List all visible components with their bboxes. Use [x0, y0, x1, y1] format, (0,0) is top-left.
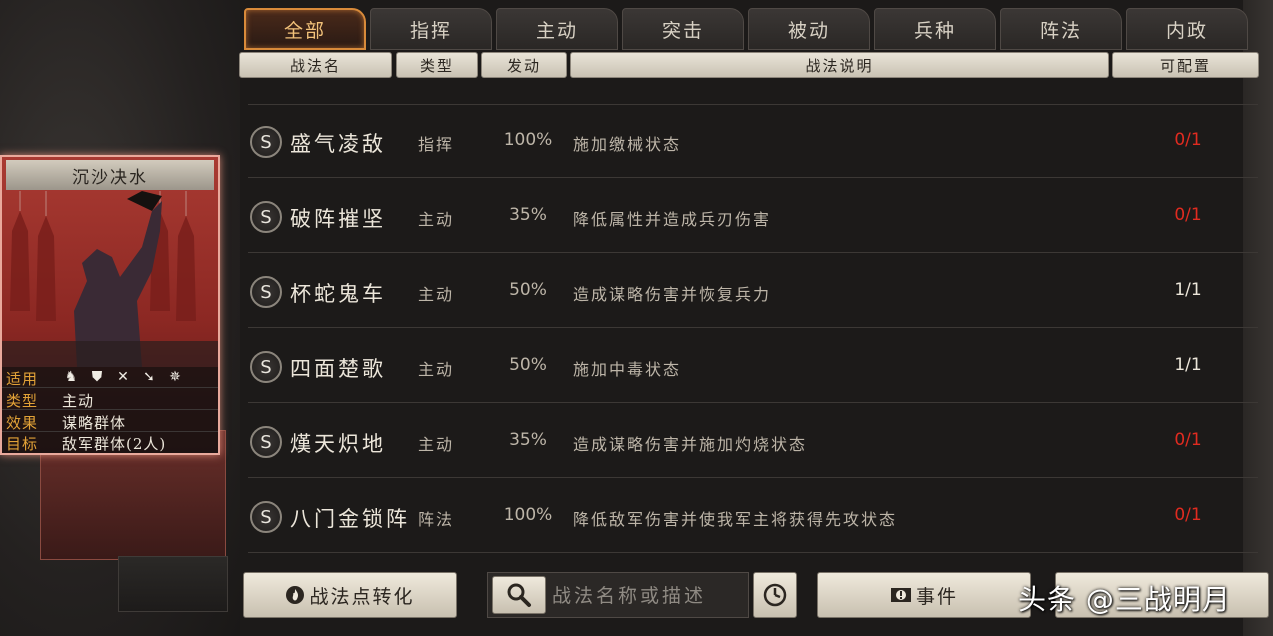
tactic-name: 盛气凌敌: [290, 132, 386, 156]
card-effect-row: 效果 谋略群体: [2, 411, 218, 432]
column-desc-header: 战法说明: [570, 52, 1109, 78]
tab-internal[interactable]: 内政: [1126, 8, 1248, 50]
tactic-row[interactable]: S 盛气凌敌 指挥 100% 施加缴械状态 0/1: [248, 106, 1258, 178]
tactic-type: 主动: [418, 435, 455, 454]
flame-icon: [286, 586, 305, 604]
tactic-name: 四面楚歌: [290, 357, 386, 381]
search-icon: [507, 583, 531, 607]
cavalry-icon: ♞: [64, 369, 78, 385]
tactic-desc: 降低敌军伤害并使我军主将获得先攻状态: [573, 510, 898, 529]
grade-s-icon: S: [250, 351, 282, 383]
tactic-count: 0/1: [1174, 505, 1202, 525]
wheel-icon: ✵: [169, 369, 181, 385]
column-name-header[interactable]: 战法名: [239, 52, 392, 78]
tactic-type: 主动: [418, 285, 455, 304]
card-illustration: [2, 191, 218, 367]
grade-s-icon: S: [250, 501, 282, 533]
type-value: 主动: [62, 392, 95, 410]
convert-label: 战法点转化: [309, 585, 415, 608]
search-input[interactable]: [552, 579, 742, 613]
tactic-rate: 100%: [503, 505, 553, 525]
tactic-list[interactable]: S 盛气凌敌 指挥 100% 施加缴械状态 0/1 S 破阵摧坚 主动 35% …: [248, 80, 1258, 558]
tactic-rate: 35%: [509, 430, 547, 450]
tab-command[interactable]: 指挥: [370, 8, 492, 50]
tactic-type: 主动: [418, 210, 455, 229]
target-label: 目标: [6, 435, 39, 453]
grade-s-icon: S: [250, 276, 282, 308]
tactic-count: 0/1: [1174, 430, 1202, 450]
tactic-desc: 施加缴械状态: [573, 135, 682, 154]
tactic-type: 阵法: [418, 510, 455, 529]
tab-all[interactable]: 全部: [244, 8, 366, 50]
tactic-count: 1/1: [1174, 280, 1202, 300]
tactic-row-partial: [248, 80, 1258, 105]
card-applicable-row: 适用 ♞ ⛊ ✕ ➘ ✵: [2, 367, 218, 388]
tab-active[interactable]: 主动: [496, 8, 618, 50]
tab-troop[interactable]: 兵种: [874, 8, 996, 50]
event-label: 事件: [915, 585, 958, 608]
tactic-row[interactable]: S 四面楚歌 主动 50% 施加中毒状态 1/1: [248, 331, 1258, 403]
tactic-desc: 造成谋略伤害并恢复兵力: [573, 285, 772, 304]
grade-s-icon: S: [250, 126, 282, 158]
effect-label: 效果: [6, 414, 39, 432]
column-type-header[interactable]: 类型: [396, 52, 478, 78]
card-target-row: 目标 敌军群体(2人): [2, 432, 218, 453]
tactic-rate: 35%: [509, 205, 547, 225]
card-info-panel: 适用 ♞ ⛊ ✕ ➘ ✵ 类型 主动 效果 谋略群体 目标 敌军群体(2人): [2, 367, 218, 453]
tactic-point-convert-button[interactable]: 战法点转化: [243, 572, 457, 618]
shield-icon: ⛊: [91, 369, 103, 385]
tactic-rate: 50%: [509, 280, 547, 300]
tactic-row[interactable]: S 破阵摧坚 主动 35% 降低属性并造成兵刃伤害 0/1: [248, 181, 1258, 253]
tactic-card[interactable]: 沉沙决水 适用 ♞ ⛊ ✕ ➘ ✵ 类型 主动 效果 谋略群体 目标 敌军群体(…: [0, 155, 220, 455]
tactic-name: 破阵摧坚: [290, 207, 386, 231]
event-button[interactable]: 事件: [817, 572, 1031, 618]
effect-value: 谋略群体: [62, 414, 127, 432]
tactic-row[interactable]: S 熯天炽地 主动 35% 造成谋略伤害并施加灼烧状态 0/1: [248, 406, 1258, 478]
tactic-row[interactable]: S 八门金锁阵 阵法 100% 降低敌军伤害并使我军主将获得先攻状态 0/1: [248, 481, 1258, 553]
tactic-rate: 50%: [509, 355, 547, 375]
grade-s-icon: S: [250, 426, 282, 458]
bow-icon: ✕: [117, 369, 129, 385]
spear-icon: ➘: [143, 369, 155, 385]
arms-icons: ♞ ⛊ ✕ ➘ ✵: [62, 368, 184, 386]
category-tabs: 全部 指挥 主动 突击 被动 兵种 阵法 内政: [244, 8, 1254, 50]
tactic-desc: 降低属性并造成兵刃伤害: [573, 210, 772, 229]
tactic-count: 0/1: [1174, 130, 1202, 150]
tab-formation[interactable]: 阵法: [1000, 8, 1122, 50]
type-label: 类型: [6, 392, 39, 410]
tactic-rate: 100%: [503, 130, 553, 150]
watermark: 头条 @三战明月: [1018, 583, 1231, 616]
search-button[interactable]: [492, 576, 546, 614]
tactic-type: 主动: [418, 360, 455, 379]
tab-assault[interactable]: 突击: [622, 8, 744, 50]
tab-passive[interactable]: 被动: [748, 8, 870, 50]
event-icon: [890, 588, 911, 602]
target-value: 敌军群体(2人): [62, 435, 167, 453]
tactic-name: 熯天炽地: [290, 432, 386, 456]
search-box: [487, 572, 749, 618]
card-type-row: 类型 主动: [2, 389, 218, 410]
card-title: 沉沙决水: [6, 160, 214, 190]
column-rate-header[interactable]: 发动: [481, 52, 567, 78]
tactic-count: 1/1: [1174, 355, 1202, 375]
applicable-label: 适用: [6, 370, 39, 388]
tactic-count: 0/1: [1174, 205, 1202, 225]
card-stack-back-2: [118, 556, 228, 612]
grade-s-icon: S: [250, 201, 282, 233]
tactic-type: 指挥: [418, 135, 455, 154]
tactic-name: 杯蛇鬼车: [290, 282, 386, 306]
tactic-row[interactable]: S 杯蛇鬼车 主动 50% 造成谋略伤害并恢复兵力 1/1: [248, 256, 1258, 328]
history-button[interactable]: [753, 572, 797, 618]
tactic-desc: 造成谋略伤害并施加灼烧状态: [573, 435, 808, 454]
tactic-name: 八门金锁阵: [290, 507, 410, 531]
tactic-desc: 施加中毒状态: [573, 360, 682, 379]
column-count-header[interactable]: 可配置: [1112, 52, 1259, 78]
clock-icon: [763, 583, 787, 607]
